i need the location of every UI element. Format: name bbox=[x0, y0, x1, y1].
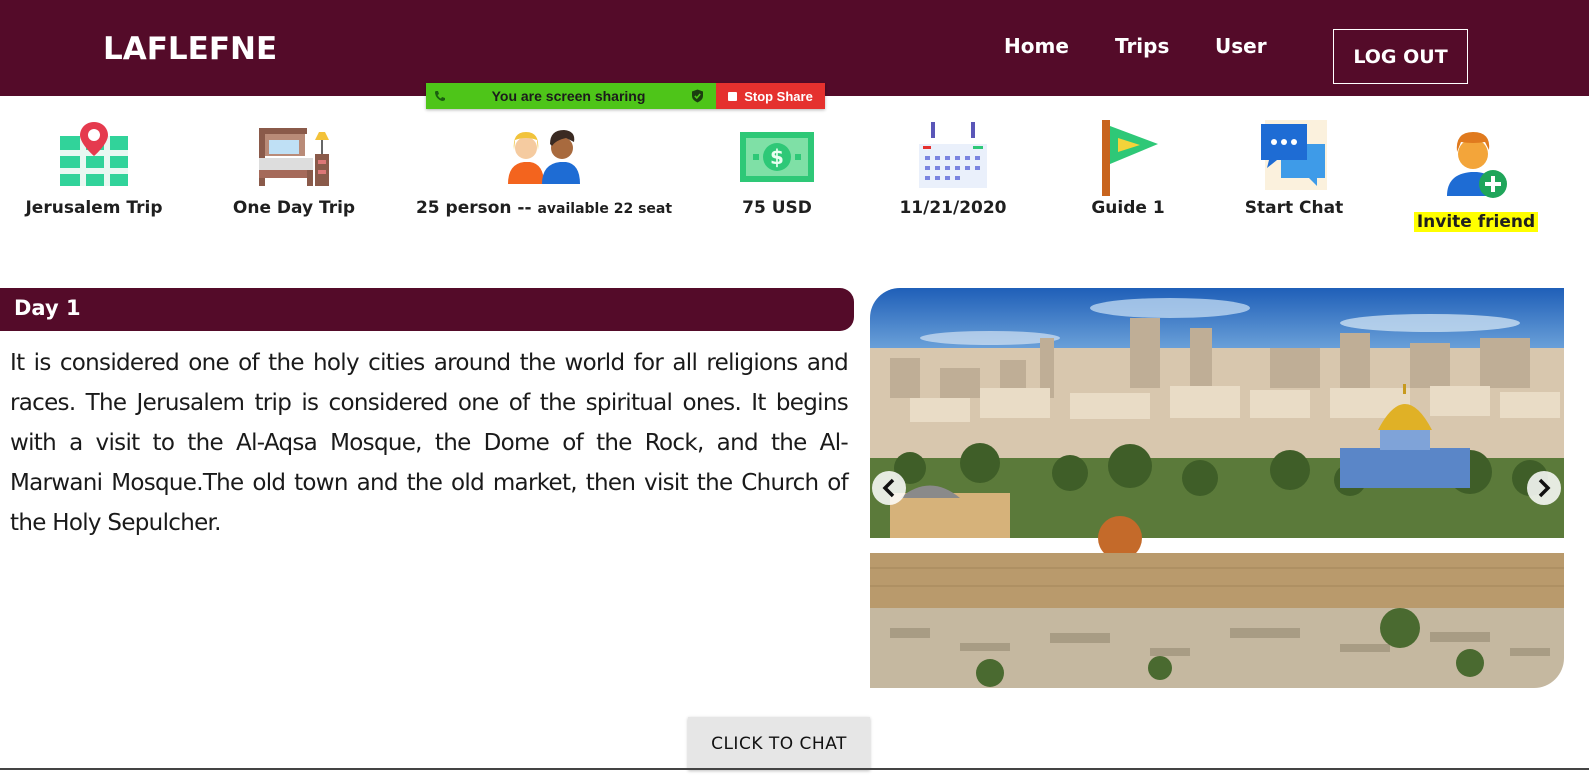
info-duration: One Day Trip bbox=[233, 118, 355, 218]
info-capacity: 25 person -- available 22 seat bbox=[416, 118, 672, 218]
add-user-icon bbox=[1447, 132, 1507, 198]
capacity-separator: -- bbox=[511, 198, 538, 218]
brand-logo[interactable]: LAFLEFNE bbox=[103, 31, 277, 67]
trip-name-label: Jerusalem Trip bbox=[25, 198, 163, 218]
day-description: It is considered one of the holy cities … bbox=[10, 350, 849, 536]
top-navbar: LAFLEFNE Home Trips User LOG OUT bbox=[0, 0, 1589, 96]
people-icon bbox=[508, 130, 580, 184]
screen-share-text: You are screen sharing bbox=[491, 88, 646, 104]
bed-icon bbox=[259, 128, 329, 186]
logout-button[interactable]: LOG OUT bbox=[1333, 29, 1468, 84]
carousel-prev-button[interactable] bbox=[872, 471, 906, 505]
nav-user-link[interactable]: User bbox=[1215, 34, 1267, 58]
carousel-next-button[interactable] bbox=[1527, 471, 1561, 505]
trip-image-carousel[interactable] bbox=[870, 288, 1564, 688]
screen-share-bar: You are screen sharing Stop Share bbox=[426, 83, 825, 109]
screen-share-status: You are screen sharing bbox=[426, 83, 716, 109]
capacity-label: 25 person -- available 22 seat bbox=[416, 198, 672, 218]
calendar-icon bbox=[919, 122, 987, 188]
stop-icon bbox=[728, 91, 738, 101]
info-price: $ 75 USD bbox=[738, 118, 816, 218]
svg-text:$: $ bbox=[770, 145, 784, 169]
capacity-count: 25 person bbox=[415, 198, 512, 218]
chevron-left-icon bbox=[882, 478, 895, 498]
jerusalem-photo bbox=[870, 288, 1564, 688]
invite-friend-label[interactable]: Invite friend bbox=[1413, 212, 1539, 232]
start-chat-item[interactable]: Start Chat bbox=[1245, 118, 1343, 218]
map-pin-icon bbox=[60, 122, 128, 186]
price-label: 75 USD bbox=[742, 198, 812, 218]
guide-label: Guide 1 bbox=[1091, 198, 1165, 218]
duration-label: One Day Trip bbox=[232, 198, 356, 218]
nav-home-link[interactable]: Home bbox=[1004, 34, 1069, 58]
money-icon: $ bbox=[740, 132, 814, 182]
day-title: Day 1 bbox=[14, 296, 81, 320]
info-guide: Guide 1 bbox=[1091, 118, 1165, 218]
availability-text: available 22 seat bbox=[537, 201, 673, 217]
shield-check-icon bbox=[692, 89, 703, 103]
info-trip-name: Jerusalem Trip bbox=[25, 118, 163, 218]
nav-trips-link[interactable]: Trips bbox=[1115, 34, 1169, 58]
footer-divider bbox=[0, 768, 1589, 770]
date-label: 11/21/2020 bbox=[899, 198, 1007, 218]
click-to-chat-button[interactable]: CLICK TO CHAT bbox=[688, 717, 870, 770]
day-header: Day 1 bbox=[0, 288, 854, 331]
chat-bubbles-icon bbox=[1261, 120, 1327, 190]
stop-share-button[interactable]: Stop Share bbox=[716, 83, 825, 109]
invite-friend-item[interactable]: Invite friend bbox=[1413, 118, 1539, 232]
chevron-right-icon bbox=[1538, 478, 1551, 498]
info-date: 11/21/2020 bbox=[898, 118, 1008, 218]
stop-share-label: Stop Share bbox=[744, 88, 813, 104]
start-chat-label[interactable]: Start Chat bbox=[1245, 198, 1343, 218]
flag-icon bbox=[1102, 120, 1158, 196]
phone-icon bbox=[435, 91, 445, 101]
